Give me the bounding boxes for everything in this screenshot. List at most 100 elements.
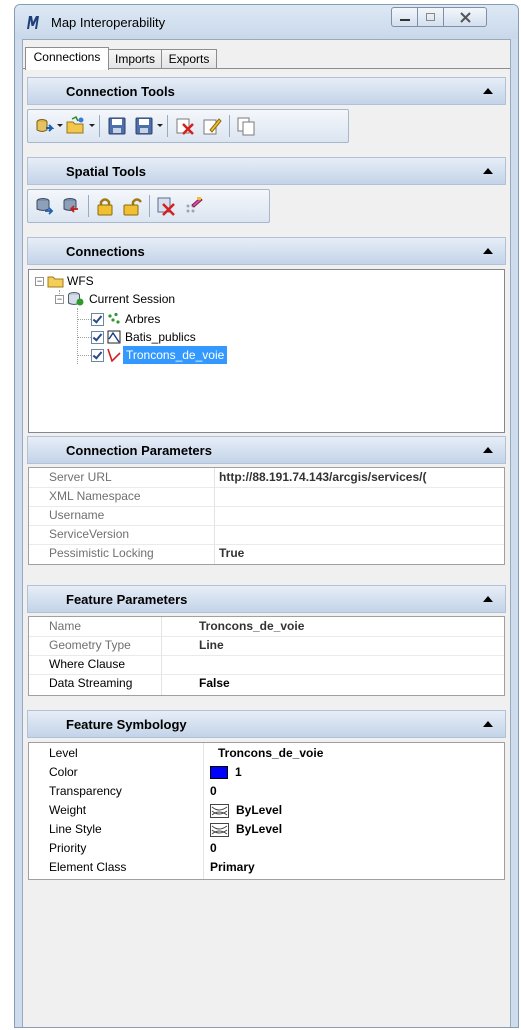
symbology-row-transparency[interactable]: Transparency 0 [29,782,504,801]
param-value[interactable]: http://88.191.74.143/arcgis/services/( [219,470,426,484]
save-icon[interactable] [107,116,127,136]
new-connection-dropdown-icon[interactable] [57,124,63,127]
param-value[interactable]: Troncons_de_voie [218,746,323,760]
param-value[interactable]: 0 [210,784,217,798]
param-label: Weight [49,803,87,817]
tree-line [77,355,91,356]
edit-connection-icon[interactable] [202,116,222,136]
connection-tools-header[interactable]: Connection Tools [27,77,506,105]
param-row-service-version[interactable]: ServiceVersion [29,525,504,544]
connection-parameters-header[interactable]: Connection Parameters [27,436,506,464]
collapse-chevron-icon[interactable] [483,248,493,254]
param-row-server-url[interactable]: Server URL http://88.191.74.143/arcgis/s… [29,468,504,487]
panel-title: Feature Parameters [66,592,188,607]
remove-spatial-icon[interactable] [156,196,176,216]
connection-parameters-grid: Server URL http://88.191.74.143/arcgis/s… [28,467,505,565]
layer-checkbox[interactable] [91,349,104,362]
panel-title: Spatial Tools [66,164,146,179]
tab-connections[interactable]: Connections [25,47,109,70]
connections-tree[interactable]: − WFS − Current Session Arbres Batis_pub… [28,269,505,433]
open-dropdown-icon[interactable] [89,124,95,127]
param-value[interactable]: Line [199,638,224,652]
spatial-tools-header[interactable]: Spatial Tools [27,157,506,185]
tab-exports[interactable]: Exports [161,49,217,69]
symbology-row-color[interactable]: Color 1 [29,763,504,782]
save-as-icon[interactable] [134,116,154,136]
toolbar-separator [88,195,89,217]
spatial-toolbar [27,189,270,223]
panel-title: Connection Parameters [66,443,212,458]
collapse-toggle-icon[interactable]: − [35,277,44,286]
symbology-row-priority[interactable]: Priority 0 [29,839,504,858]
feature-symbology-header[interactable]: Feature Symbology [27,710,506,738]
param-value[interactable]: 0 [210,841,217,855]
param-row-username[interactable]: Username [29,506,504,525]
tree-node-label: Arbres [125,312,161,326]
connections-header[interactable]: Connections [27,237,506,265]
symbology-row-level[interactable]: Level Troncons_de_voie [29,744,504,763]
tree-line [77,337,91,338]
param-row-pessimistic-locking[interactable]: Pessimistic Locking True [29,544,504,563]
tab-imports[interactable]: Imports [108,49,162,69]
feature-parameters-header[interactable]: Feature Parameters [27,585,506,613]
param-value[interactable]: 1 [235,765,242,779]
param-value[interactable]: ByLevel [236,803,282,817]
layer-checkbox[interactable] [91,313,104,326]
param-label: Where Clause [49,657,126,671]
collapse-chevron-icon[interactable] [483,596,493,602]
spatial-export-icon[interactable] [61,196,81,216]
folder-icon [47,276,64,288]
collapse-chevron-icon[interactable] [483,88,493,94]
param-label: Pessimistic Locking [49,546,154,560]
clear-selection-icon[interactable] [183,196,203,216]
param-label: Element Class [49,860,127,874]
feature-parameters-grid: Name Troncons_de_voie Geometry Type Line… [28,616,505,696]
line-weight-icon [210,804,229,818]
param-value[interactable]: False [199,676,230,690]
new-connection-icon[interactable] [34,116,54,136]
param-label: Username [49,508,105,522]
symbology-row-element-class[interactable]: Element Class Primary [29,858,504,877]
symbology-row-weight[interactable]: Weight ByLevel [29,801,504,820]
param-row-xml-namespace[interactable]: XML Namespace [29,487,504,506]
toolbar-separator [149,195,150,217]
lock-icon[interactable] [95,196,115,216]
feature-symbology-grid: Level Troncons_de_voie Color 1 Transpare… [28,742,505,880]
param-value[interactable]: Primary [210,860,255,874]
save-dropdown-icon[interactable] [157,124,163,127]
collapse-chevron-icon[interactable] [483,447,493,453]
feature-row-geometry-type[interactable]: Geometry Type Line [29,636,504,655]
collapse-chevron-icon[interactable] [483,721,493,727]
param-label: Level [49,746,78,760]
maximize-button[interactable] [417,7,444,27]
close-button[interactable] [443,7,487,27]
toolbar-separator [167,115,168,137]
color-swatch-icon [210,766,228,779]
collapse-chevron-icon[interactable] [483,168,493,174]
copy-icon[interactable] [236,116,256,136]
collapse-toggle-icon[interactable]: − [55,295,64,304]
tree-node-label: Current Session [89,292,176,306]
delete-connection-icon[interactable] [175,116,195,136]
layer-checkbox[interactable] [91,331,104,344]
feature-row-name[interactable]: Name Troncons_de_voie [29,617,504,636]
param-value[interactable]: True [219,546,244,560]
point-layer-icon [108,312,120,324]
param-label: ServiceVersion [49,527,130,541]
map-interoperability-window: Map Interoperability Connections Imports… [14,4,519,1028]
connection-toolbar [27,109,349,143]
param-label: Geometry Type [49,638,131,652]
toolbar-separator [229,115,230,137]
feature-row-where-clause[interactable]: Where Clause [29,655,504,674]
param-value[interactable]: Troncons_de_voie [199,619,304,633]
open-folder-icon[interactable] [66,116,86,136]
spatial-query-icon[interactable] [34,196,54,216]
title-bar[interactable]: Map Interoperability [15,5,518,39]
toolbar-separator [99,115,100,137]
param-value[interactable]: ByLevel [236,822,282,836]
feature-row-data-streaming[interactable]: Data Streaming False [29,674,504,693]
symbology-row-line-style[interactable]: Line Style ByLevel [29,820,504,839]
minimize-button[interactable] [391,7,418,27]
param-label: Name [49,619,82,633]
unlock-icon[interactable] [122,196,142,216]
